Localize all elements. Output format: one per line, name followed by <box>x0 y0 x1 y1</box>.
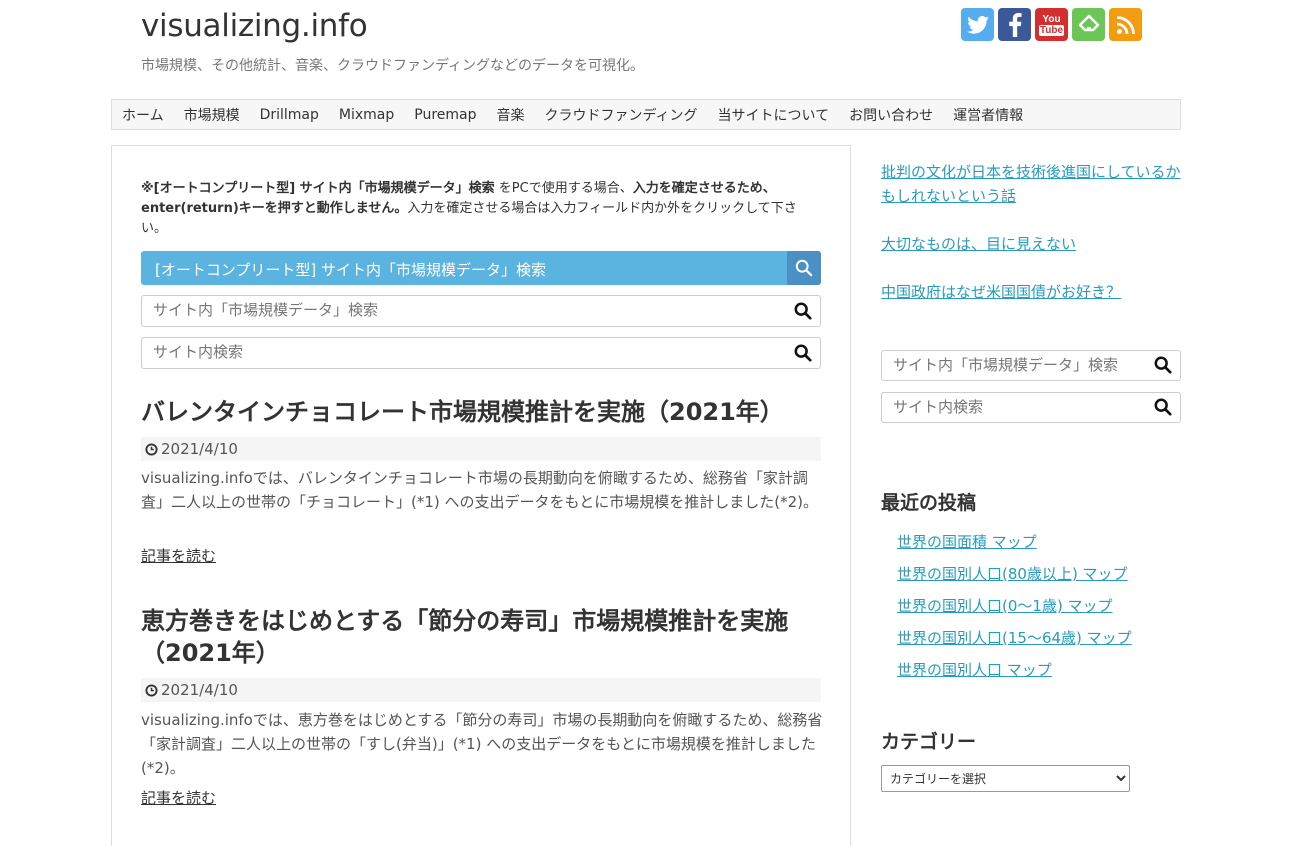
search-icon[interactable] <box>794 344 812 366</box>
nav-music[interactable]: 音楽 <box>487 105 535 125</box>
clock-icon <box>145 683 158 697</box>
featured-link[interactable]: 中国政府はなぜ米国国債がお好き？ <box>881 280 1181 304</box>
site-tagline: 市場規模、その他統計、音楽、クラウドファンディングなどのデータを可視化。 <box>141 58 645 74</box>
sidebar-site-search-input[interactable] <box>882 393 1143 420</box>
site-header: visualizing.info 市場規模、その他統計、音楽、クラウドファンディ… <box>0 0 1298 95</box>
site-search <box>141 337 821 369</box>
post-date: 2021/4/10 <box>141 437 821 461</box>
market-data-search <box>141 295 821 327</box>
recent-post-link[interactable]: 世界の国別人口(0〜1歳) マップ <box>897 597 1113 615</box>
nav-market-size[interactable]: 市場規模 <box>174 105 250 125</box>
nav-crowdfunding[interactable]: クラウドファンディング <box>535 105 708 125</box>
notice-part-1: ※[オートコンプリート型] サイト内「市場規模データ」検索 <box>141 181 495 196</box>
read-more-link[interactable]: 記事を読む <box>141 787 216 808</box>
list-item: 世界の国別人口 マップ <box>897 658 1132 690</box>
nav-home[interactable]: ホーム <box>112 105 174 125</box>
recent-post-link[interactable]: 世界の国別人口(80歳以上) マップ <box>897 565 1128 583</box>
twitter-icon[interactable] <box>961 8 994 41</box>
post-excerpt: visualizing.infoでは、バレンタインチョコレート市場の長期動向を俯… <box>141 469 818 511</box>
facebook-icon[interactable] <box>998 8 1031 41</box>
market-data-search-input[interactable] <box>142 296 753 324</box>
list-item: 世界の国別人口(0〜1歳) マップ <box>897 594 1132 626</box>
post-title[interactable]: 恵方巻きをはじめとする「節分の寿司」市場規模推計を実施（2021年） <box>141 605 821 669</box>
post-date-text: 2021/4/10 <box>161 440 238 458</box>
autocomplete-notice: ※[オートコンプリート型] サイト内「市場規模データ」検索 をPCで使用する場合… <box>141 179 821 239</box>
post-date: 2021/4/10 <box>141 678 821 702</box>
social-icons: You Tube <box>961 8 1142 41</box>
main-content: ※[オートコンプリート型] サイト内「市場規模データ」検索 をPCで使用する場合… <box>111 145 851 846</box>
list-item: 世界の国別人口(80歳以上) マップ <box>897 562 1132 594</box>
youtube-icon[interactable]: You Tube <box>1035 8 1068 41</box>
nav-operator[interactable]: 運営者情報 <box>943 105 1033 125</box>
featured-link[interactable]: 批判の文化が日本を技術後進国にしているかもしれないという話 <box>881 160 1181 208</box>
category-heading: カテゴリー <box>881 731 977 753</box>
list-item: 世界の国別人口(15〜64歳) マップ <box>897 626 1132 658</box>
autocomplete-search-bar[interactable]: [オートコンプリート型] サイト内「市場規模データ」検索 <box>141 251 821 285</box>
search-icon[interactable] <box>794 302 812 324</box>
main-nav: ホーム 市場規模 Drillmap Mixmap Puremap 音楽 クラウド… <box>111 99 1181 130</box>
rss-icon[interactable] <box>1109 8 1142 41</box>
read-more-link[interactable]: 記事を読む <box>141 545 216 566</box>
feedly-icon[interactable] <box>1072 8 1105 41</box>
post-date-text: 2021/4/10 <box>161 681 238 699</box>
clock-icon <box>145 442 158 456</box>
sidebar-site-search <box>881 392 1181 423</box>
nav-puremap[interactable]: Puremap <box>404 107 486 123</box>
recent-posts-heading: 最近の投稿 <box>881 492 977 514</box>
nav-about[interactable]: 当サイトについて <box>708 105 840 125</box>
sidebar-market-data-search-input[interactable] <box>882 351 1143 378</box>
autocomplete-search-label: [オートコンプリート型] サイト内「市場規模データ」検索 <box>155 261 547 279</box>
recent-posts-list: 世界の国面積 マップ 世界の国別人口(80歳以上) マップ 世界の国別人口(0〜… <box>897 530 1132 690</box>
site-search-input[interactable] <box>142 338 753 366</box>
youtube-icon-label: You Tube <box>1038 13 1065 36</box>
recent-post-link[interactable]: 世界の国別人口(15〜64歳) マップ <box>897 629 1132 647</box>
nav-drillmap[interactable]: Drillmap <box>250 107 329 123</box>
nav-contact[interactable]: お問い合わせ <box>839 105 943 125</box>
search-icon[interactable] <box>1154 356 1172 378</box>
notice-part-2: をPCで使用する場合、 <box>494 181 633 196</box>
search-icon <box>795 259 813 277</box>
site-title[interactable]: visualizing.info <box>141 8 368 44</box>
nav-mixmap[interactable]: Mixmap <box>329 107 404 123</box>
post-excerpt: visualizing.infoでは、恵方巻をはじめとする「節分の寿司」市場の長… <box>141 711 823 777</box>
search-icon[interactable] <box>1154 398 1172 420</box>
featured-link[interactable]: 大切なものは、目に見えない <box>881 232 1181 256</box>
recent-post-link[interactable]: 世界の国面積 マップ <box>897 533 1037 551</box>
post-title[interactable]: バレンタインチョコレート市場規模推計を実施（2021年） <box>141 396 821 428</box>
recent-post-link[interactable]: 世界の国別人口 マップ <box>897 661 1052 679</box>
category-select[interactable]: カテゴリーを選択 <box>881 765 1130 792</box>
sidebar-market-data-search <box>881 350 1181 381</box>
list-item: 世界の国面積 マップ <box>897 530 1132 562</box>
autocomplete-search-button[interactable] <box>787 251 821 285</box>
